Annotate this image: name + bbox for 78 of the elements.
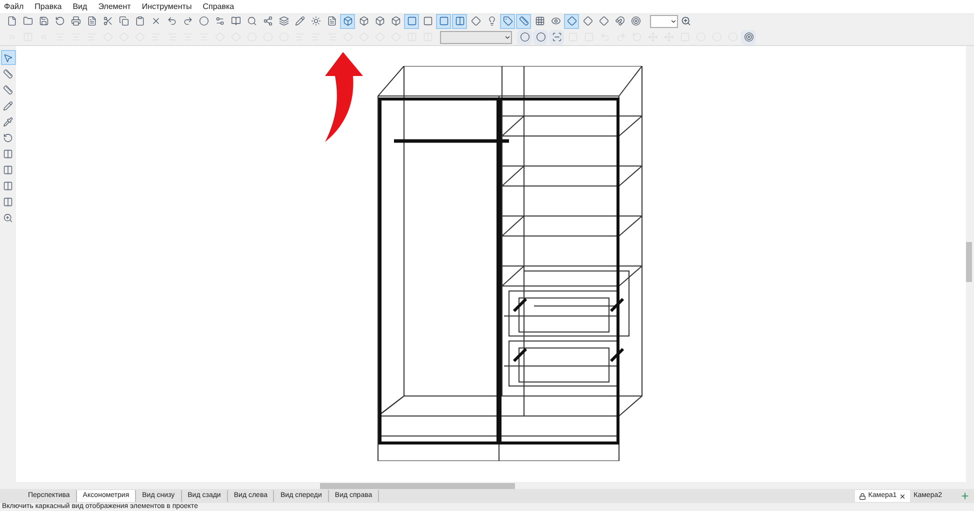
scrollbar-thumb[interactable] (320, 482, 515, 488)
cube-icon (374, 16, 384, 26)
rotate-icon (3, 132, 13, 142)
toolbar-button[interactable] (436, 14, 451, 28)
document-icon (86, 16, 96, 26)
magnet-icon (614, 16, 624, 26)
toolbar-button[interactable] (549, 30, 564, 44)
toolbar-button[interactable] (404, 14, 419, 28)
menu-item[interactable]: Файл (4, 0, 24, 12)
toolbar-button[interactable] (564, 14, 579, 28)
columns-icon (3, 180, 13, 190)
grid-icon (534, 16, 544, 26)
circle-icon (198, 16, 208, 26)
pencil-icon (3, 100, 13, 110)
circle-icon (536, 32, 546, 42)
columns-icon (454, 16, 464, 26)
toolbar-button[interactable] (517, 30, 532, 44)
nodes-icon (262, 16, 272, 26)
scan-icon (552, 32, 562, 42)
zoom-field[interactable] (650, 14, 678, 28)
ruler-icon (3, 68, 13, 78)
menu-item[interactable]: Инструменты (142, 0, 192, 12)
dropdown-field[interactable] (440, 30, 512, 44)
toolbar-button[interactable] (533, 30, 548, 44)
search-icon (246, 16, 256, 26)
columns-icon (3, 164, 13, 174)
tag-icon (502, 16, 512, 26)
save-icon (38, 16, 48, 26)
zoom-icon (3, 212, 13, 222)
lock-icon (859, 492, 866, 500)
add-icon[interactable] (960, 491, 970, 501)
zoom-icon[interactable] (681, 16, 691, 26)
ruler-icon (3, 84, 13, 94)
circle-icon (520, 32, 530, 42)
toolbar-button[interactable] (452, 14, 467, 28)
toolbar-button[interactable] (741, 30, 756, 44)
target-icon (630, 16, 640, 26)
lightbulb-icon (486, 16, 496, 26)
chevron-down-icon (504, 34, 511, 40)
menu-item[interactable]: Правка (34, 0, 62, 12)
pipette-icon (3, 116, 13, 126)
book-icon (230, 16, 240, 26)
document-icon (326, 16, 336, 26)
scissors-icon (102, 16, 112, 26)
vertical-scrollbar[interactable] (966, 46, 974, 482)
toolbar-button[interactable] (340, 14, 355, 28)
file-icon (6, 16, 16, 26)
folder-icon (22, 16, 32, 26)
pencil-icon (294, 16, 304, 26)
printer-icon (70, 16, 80, 26)
toolbar-button[interactable] (500, 14, 515, 28)
cube-icon (390, 16, 400, 26)
cube-icon (358, 16, 368, 26)
cube-icon (342, 16, 352, 26)
ruler-icon (518, 16, 528, 26)
cross-icon (150, 16, 160, 26)
settings-icon (214, 16, 224, 26)
horizontal-scrollbar[interactable] (0, 482, 974, 489)
redo-icon (182, 16, 192, 26)
columns-icon (3, 148, 13, 158)
menu-item[interactable]: Вид (72, 0, 88, 12)
menu-item[interactable]: Элемент (98, 0, 131, 12)
rotate-icon (54, 16, 64, 26)
menu-item[interactable]: Справка (202, 0, 234, 12)
scrollbar-thumb[interactable] (966, 242, 972, 282)
copy-icon (118, 16, 128, 26)
toolbar-button[interactable] (0, 50, 16, 65)
chevron-down-icon (670, 18, 677, 24)
columns-icon (3, 196, 13, 206)
target-icon (744, 32, 754, 42)
eye-icon (550, 16, 560, 26)
diamond-icon (470, 16, 480, 26)
close-icon[interactable] (898, 492, 906, 500)
clipboard-icon (134, 16, 144, 26)
undo-icon (166, 16, 176, 26)
layers-icon (278, 16, 288, 26)
toolbar-button[interactable] (516, 14, 531, 28)
pointer-icon (3, 52, 13, 62)
